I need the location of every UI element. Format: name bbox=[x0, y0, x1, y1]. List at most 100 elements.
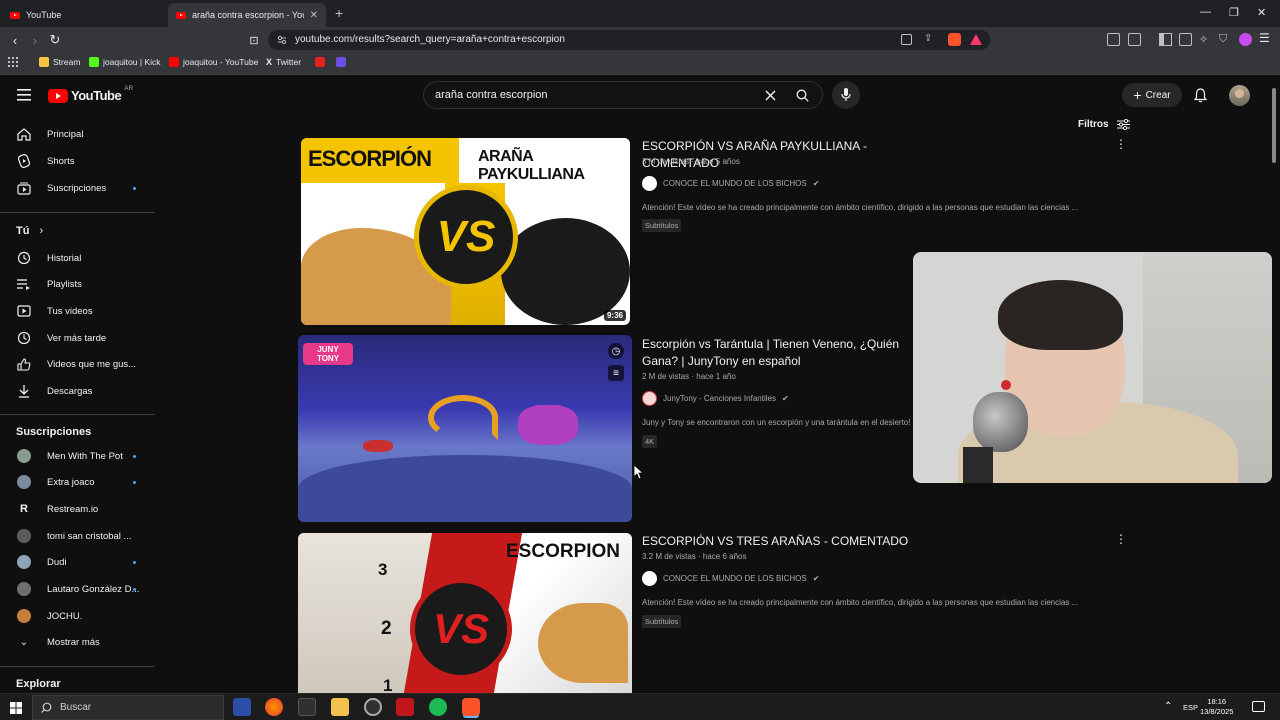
profile-icon[interactable] bbox=[1239, 33, 1252, 46]
brave-shields-icon[interactable] bbox=[948, 33, 961, 46]
search-input[interactable]: araña contra escorpion bbox=[435, 89, 548, 101]
show-more-button[interactable]: ⌄ Mostrar más bbox=[8, 630, 148, 654]
sidebar-item-history[interactable]: Historial bbox=[8, 246, 148, 270]
divider bbox=[0, 414, 155, 415]
video-thumbnail[interactable]: JUNY TONY ◷ ≡ bbox=[298, 335, 632, 522]
account-avatar[interactable] bbox=[1229, 85, 1250, 106]
sidebar-channel[interactable]: Men With The Pot bbox=[8, 444, 148, 468]
create-button[interactable]: + Crear bbox=[1122, 83, 1182, 107]
sidebar-channel[interactable]: R Restream.io bbox=[8, 497, 148, 521]
more-options-icon[interactable]: ⋮ bbox=[1115, 532, 1127, 546]
sidebar-item-subscriptions[interactable]: Suscripciones bbox=[8, 176, 148, 200]
clock-date: 13/8/2025 bbox=[1200, 707, 1234, 716]
filters-button[interactable]: Filtros bbox=[1078, 119, 1130, 130]
add-to-queue-icon[interactable]: ≡ bbox=[608, 365, 624, 381]
sidebar-toggle-icon[interactable] bbox=[1159, 33, 1172, 46]
file-explorer-icon[interactable] bbox=[331, 698, 349, 716]
forward-icon[interactable]: › bbox=[27, 32, 43, 48]
sidebar-channel[interactable]: Dudi bbox=[8, 550, 148, 574]
extension-icon[interactable] bbox=[1128, 33, 1141, 46]
sidebar-channel[interactable]: JOCHU. bbox=[8, 604, 148, 628]
firefox-icon[interactable] bbox=[265, 698, 283, 716]
watch-later-icon[interactable]: ◷ bbox=[608, 343, 624, 359]
ai-icon[interactable]: ✧ bbox=[1199, 33, 1212, 46]
reload-icon[interactable]: ↻ bbox=[47, 32, 63, 48]
screen-cast-icon[interactable] bbox=[901, 34, 912, 45]
site-info-icon[interactable] bbox=[277, 35, 287, 45]
bookmark-youtube[interactable]: joaquitou - YouTube bbox=[169, 57, 258, 67]
sidebar-channel[interactable]: tomi san cristobal ... bbox=[8, 524, 148, 548]
apps-icon[interactable] bbox=[8, 57, 18, 67]
video-title[interactable]: ESCORPIÓN VS ARAÑA PAYKULLIANA - COMENTA… bbox=[642, 138, 914, 172]
subscriptions-icon bbox=[16, 180, 32, 196]
notifications-icon[interactable] bbox=[1252, 701, 1265, 712]
clear-search-icon[interactable] bbox=[765, 90, 776, 101]
hamburger-menu-icon[interactable] bbox=[17, 89, 31, 101]
video-thumbnail[interactable]: VS ESCORPIÓN ARAÑA PAYKULLIANA 9:36 bbox=[301, 138, 630, 325]
sidebar-item-downloads[interactable]: Descargas bbox=[8, 379, 148, 403]
sidebar-item-liked-videos[interactable]: Videos que me gus... bbox=[8, 352, 148, 376]
channel-link[interactable]: CONOCE EL MUNDO DE LOS BICHOS ✔ bbox=[642, 176, 819, 191]
restore-icon[interactable]: ❐ bbox=[1229, 6, 1239, 19]
obs-icon[interactable] bbox=[364, 698, 382, 716]
bookmark-red[interactable] bbox=[315, 57, 325, 67]
sidebar-channel[interactable]: Extra joaco bbox=[8, 470, 148, 494]
sidebar-item-watch-later[interactable]: Ver más tarde bbox=[8, 326, 148, 350]
browser-tab[interactable]: YouTube bbox=[2, 3, 166, 27]
channel-avatar bbox=[642, 176, 657, 191]
voice-search-button[interactable] bbox=[832, 81, 860, 109]
new-tab-icon[interactable]: + bbox=[335, 5, 343, 21]
brave-rewards-icon[interactable] bbox=[970, 34, 982, 45]
vpn-icon[interactable]: ⛉ bbox=[1219, 33, 1232, 46]
browser-tab-active[interactable]: araña contra escorpion - YouTube ✕ bbox=[168, 3, 326, 27]
sidebar-item-your-videos[interactable]: Tus videos bbox=[8, 299, 148, 323]
browser-toolbar: ‹ › ↻ ⊡ youtube.com/results?search_query… bbox=[0, 27, 1280, 53]
notifications-bell-icon[interactable] bbox=[1194, 88, 1207, 103]
search-box[interactable]: araña contra escorpion bbox=[423, 81, 823, 109]
language-indicator[interactable]: ESP bbox=[1183, 703, 1198, 712]
terminal-icon[interactable] bbox=[298, 698, 316, 716]
channel-avatar bbox=[642, 391, 657, 406]
menu-icon[interactable]: ☰ bbox=[1259, 31, 1272, 45]
sidebar-channel[interactable]: Lautaro González D... bbox=[8, 577, 148, 601]
search-icon[interactable] bbox=[796, 89, 809, 102]
bookmark-icon[interactable]: ⊡ bbox=[246, 32, 262, 48]
minimize-icon[interactable]: — bbox=[1200, 6, 1211, 18]
video-title[interactable]: ESCORPIÓN VS TRES ARAÑAS - COMENTADO bbox=[642, 533, 914, 550]
bookmark-twitter[interactable]: X Twitter bbox=[266, 57, 301, 67]
address-bar[interactable]: youtube.com/results?search_query=araña+c… bbox=[268, 30, 990, 50]
channel-link[interactable]: CONOCE EL MUNDO DE LOS BICHOS ✔ bbox=[642, 571, 819, 586]
microphone-icon bbox=[841, 88, 851, 101]
channel-link[interactable]: JunyTony - Canciones Infantiles ✔ bbox=[642, 391, 789, 406]
chevron-up-icon[interactable]: ⌃ bbox=[1164, 701, 1172, 712]
you-section-header[interactable]: Tú › bbox=[16, 225, 43, 237]
task-view-icon[interactable] bbox=[233, 698, 251, 716]
sidebar-item-playlists[interactable]: Playlists bbox=[8, 272, 148, 296]
spotify-icon[interactable] bbox=[429, 698, 447, 716]
channel-name: JunyTony - Canciones Infantiles bbox=[663, 394, 776, 403]
sidebar-item-shorts[interactable]: Shorts bbox=[8, 149, 148, 173]
share-icon[interactable]: ⇪ bbox=[924, 33, 932, 44]
back-icon[interactable]: ‹ bbox=[7, 32, 23, 48]
voice-app-icon[interactable] bbox=[396, 698, 414, 716]
video-title[interactable]: Escorpión vs Tarántula | Tienen Veneno, … bbox=[642, 336, 914, 370]
more-options-icon[interactable]: ⋮ bbox=[1115, 137, 1127, 151]
tab-title: YouTube bbox=[26, 10, 62, 20]
extensions-icon[interactable] bbox=[1107, 33, 1120, 46]
sidebar-item-home[interactable]: Principal bbox=[8, 122, 148, 146]
playlists-icon bbox=[16, 276, 32, 292]
close-tab-icon[interactable]: ✕ bbox=[310, 10, 318, 21]
close-window-icon[interactable]: ✕ bbox=[1257, 6, 1266, 19]
windows-start-icon[interactable] bbox=[10, 702, 22, 714]
brave-icon[interactable] bbox=[462, 698, 480, 716]
video-thumbnail[interactable]: VS ESCORPION 3 2 1 bbox=[298, 533, 632, 693]
wallet-icon[interactable] bbox=[1179, 33, 1192, 46]
youtube-logo[interactable]: YouTube AR bbox=[48, 85, 133, 103]
bookmark-purple[interactable] bbox=[336, 57, 346, 67]
system-clock[interactable]: 18:16 13/8/2025 bbox=[1200, 697, 1233, 717]
bookmark-label: joaquitou - YouTube bbox=[183, 57, 259, 67]
bookmark-kick[interactable]: joaquitou | Kick bbox=[89, 57, 161, 67]
page-scrollbar-thumb[interactable] bbox=[1272, 88, 1276, 163]
bookmark-stream[interactable]: Stream bbox=[39, 57, 80, 67]
taskbar-search-box[interactable]: Buscar bbox=[32, 695, 224, 720]
